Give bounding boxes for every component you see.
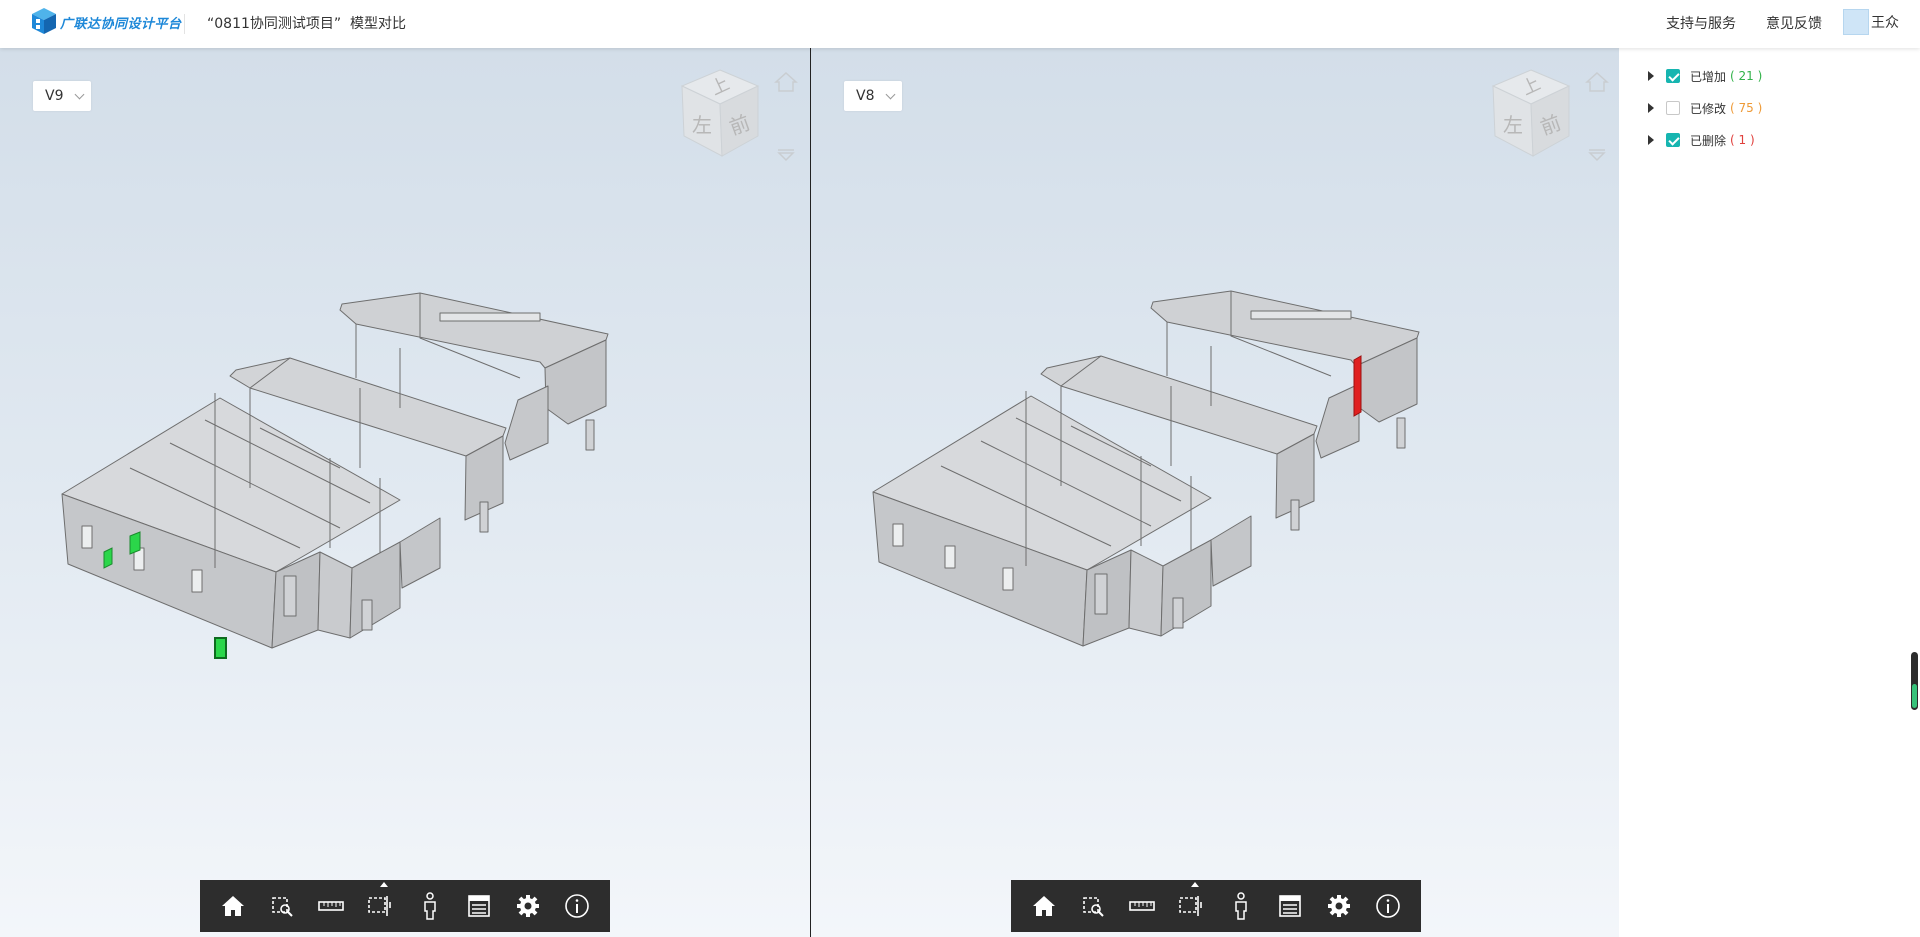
zoom-window-icon[interactable] <box>1075 888 1111 924</box>
support-link[interactable]: 支持与服务 <box>1666 13 1736 33</box>
filter-count: ( 1 ) <box>1730 133 1755 147</box>
dropdown-caret-icon <box>380 882 389 887</box>
avatar[interactable] <box>1843 9 1869 35</box>
deleted-elements[interactable] <box>1353 355 1362 417</box>
property-list-icon[interactable] <box>1272 888 1308 924</box>
filter-label: 已删除 <box>1690 133 1727 148</box>
checkbox-modified[interactable] <box>1666 101 1680 115</box>
feedback-link[interactable]: 意见反馈 <box>1766 13 1822 33</box>
user-name[interactable]: 王众 <box>1871 12 1899 32</box>
filter-count: ( 75 ) <box>1730 101 1763 115</box>
header-divider <box>184 14 185 34</box>
model-viewport-right[interactable]: V8 上 左 前 <box>811 48 1619 937</box>
dropdown-caret-icon <box>1191 882 1200 887</box>
filter-count: ( 21 ) <box>1730 69 1763 83</box>
filter-row-modified[interactable]: 已修改 ( 75 ) <box>1648 98 1762 118</box>
home-icon[interactable] <box>1026 888 1062 924</box>
section-box-icon[interactable] <box>362 882 398 924</box>
model-render-right[interactable] <box>811 48 1619 937</box>
viewer-toolbar-left <box>200 880 610 932</box>
zoom-window-icon[interactable] <box>264 888 300 924</box>
model-viewport-left[interactable]: V9 上 左 前 <box>0 48 811 937</box>
expand-arrow-icon[interactable] <box>1648 135 1654 145</box>
settings-gear-icon[interactable] <box>1321 888 1357 924</box>
measure-ruler-icon[interactable] <box>313 888 349 924</box>
app-header: 广联达协同设计平台 “0811协同测试项目” 模型对比 支持与服务 意见反馈 王… <box>0 0 1920 48</box>
filter-row-deleted[interactable]: 已删除 ( 1 ) <box>1648 130 1755 150</box>
info-icon[interactable] <box>559 888 595 924</box>
change-filter-panel: 已增加 ( 21 ) 已修改 ( 75 ) 已删除 ( 1 ) <box>1620 48 1920 937</box>
filter-label: 已增加 <box>1690 69 1727 84</box>
checkbox-deleted[interactable] <box>1666 133 1680 147</box>
project-name: “0811协同测试项目” <box>207 16 342 32</box>
section-box-icon[interactable] <box>1173 882 1209 924</box>
expand-arrow-icon[interactable] <box>1648 103 1654 113</box>
brand-name[interactable]: 广联达协同设计平台 <box>60 13 182 32</box>
property-list-icon[interactable] <box>461 888 497 924</box>
page-title: 模型对比 <box>350 16 406 32</box>
filter-label: 已修改 <box>1690 101 1727 116</box>
info-icon[interactable] <box>1370 888 1406 924</box>
model-render-left[interactable] <box>0 48 810 937</box>
logo-cube-icon[interactable] <box>30 6 58 36</box>
filter-row-added[interactable]: 已增加 ( 21 ) <box>1648 66 1762 86</box>
walkthrough-person-icon[interactable] <box>1223 888 1259 924</box>
measure-ruler-icon[interactable] <box>1124 888 1160 924</box>
settings-gear-icon[interactable] <box>510 888 546 924</box>
viewer-toolbar-right <box>1011 880 1421 932</box>
expand-arrow-icon[interactable] <box>1648 71 1654 81</box>
scrollbar-indicator <box>1912 684 1917 708</box>
checkbox-added[interactable] <box>1666 69 1680 83</box>
walkthrough-person-icon[interactable] <box>412 888 448 924</box>
home-icon[interactable] <box>215 888 251 924</box>
